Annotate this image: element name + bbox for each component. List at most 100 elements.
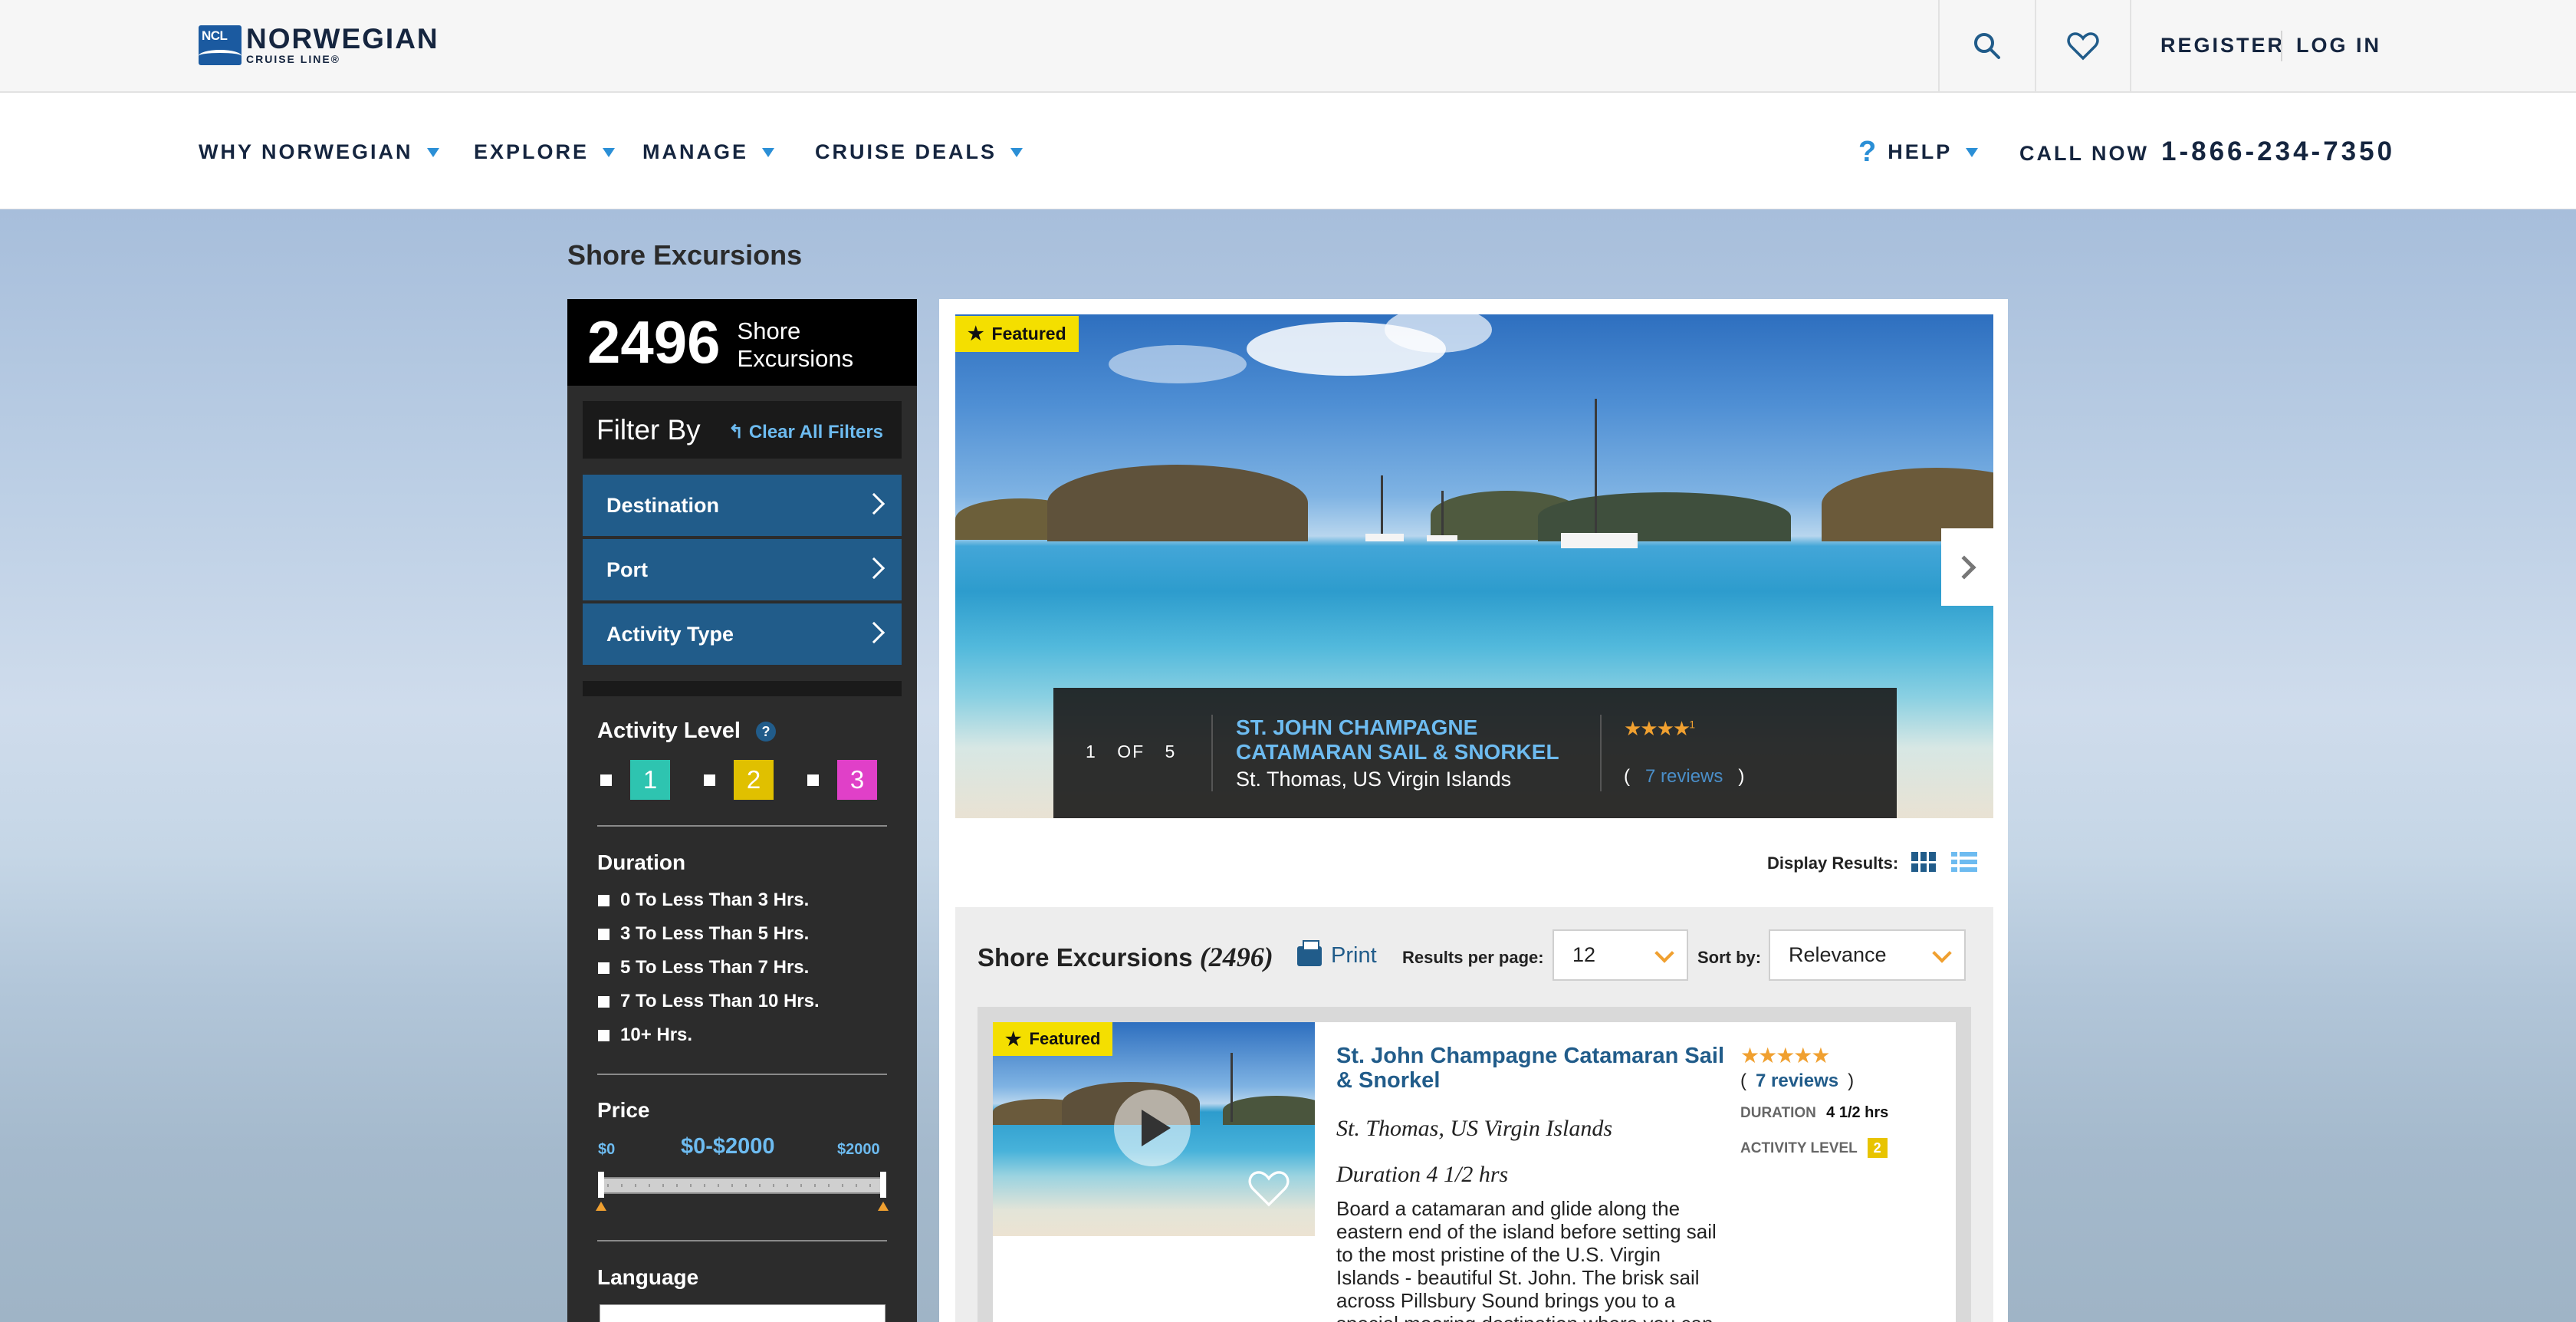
checkbox[interactable] [600, 774, 612, 786]
facet-activity-type[interactable]: Activity Type [583, 603, 902, 665]
duration-option[interactable]: 0 To Less Than 3 Hrs. [598, 890, 809, 911]
hero-rating-stars: ★★★★1 [1624, 717, 1695, 741]
price-range: $0-$2000 [681, 1134, 775, 1159]
phone-number[interactable]: 1-866-234-7350 [2161, 136, 2395, 167]
duration-option[interactable]: 3 To Less Than 5 Hrs. [598, 923, 809, 945]
hero-excursion-title[interactable]: ST. JOHN CHAMPAGNE CATAMARAN SAIL & SNOR… [1236, 715, 1589, 765]
price-title: Price [597, 1098, 650, 1122]
paren-open: ( [1740, 1070, 1746, 1091]
sort-by-select[interactable]: Relevance [1769, 929, 1966, 981]
slide-of: OF [1117, 742, 1145, 761]
hero-location: St. Thomas, US Virgin Islands [1236, 768, 1512, 791]
sidebar-divider [583, 681, 902, 696]
play-video-button[interactable] [1114, 1090, 1191, 1166]
results-count: (2496) [1199, 942, 1273, 972]
grid-view-icon[interactable] [1911, 852, 1936, 872]
heart-icon[interactable] [1247, 1169, 1290, 1208]
logo-name: NORWEGIAN [246, 23, 439, 54]
paren-close: ) [1848, 1070, 1855, 1091]
caret-down-icon [762, 147, 774, 157]
chevron-right-icon [863, 492, 886, 515]
paren-open: ( [1624, 766, 1630, 787]
nav-cruise-deals[interactable]: CRUISE DEALS [815, 140, 1024, 164]
nav-help[interactable]: ? HELP [1858, 136, 1979, 169]
results-per-page-select[interactable]: 12 [1552, 929, 1688, 981]
duration-option[interactable]: 10+ Hrs. [598, 1024, 692, 1046]
slider-marker-icon [878, 1202, 889, 1211]
duration-option[interactable]: 5 To Less Than 7 Hrs. [598, 957, 809, 978]
checkbox[interactable] [598, 995, 610, 1008]
price-slider-track[interactable] [600, 1177, 883, 1194]
slide-index: 1 [1086, 742, 1097, 761]
login-link[interactable]: LOG IN [2296, 34, 2381, 58]
caret-down-icon [426, 147, 439, 157]
chevron-right-icon [1952, 554, 1976, 580]
checkbox[interactable] [807, 774, 819, 786]
filter-by-title: Filter By [596, 413, 701, 446]
nav-explore[interactable]: EXPLORE [474, 140, 616, 164]
facet-destination[interactable]: Destination [583, 475, 902, 536]
register-link[interactable]: REGISTER [2160, 34, 2285, 58]
featured-tag: ★ Featured [993, 1022, 1113, 1056]
activity-level-2[interactable]: 2 [704, 760, 774, 800]
nav-why-norwegian[interactable]: WHY NORWEGIAN [199, 140, 439, 164]
results-title: Shore Excursions (2496) [978, 941, 1273, 973]
top-bar: NCL NORWEGIAN CRUISE LINE® REGISTER LOG … [0, 0, 2576, 93]
duration-option-label: 3 To Less Than 5 Hrs. [620, 923, 810, 944]
heart-icon [2067, 31, 2099, 60]
list-view-icon[interactable] [1951, 852, 1977, 872]
print-button[interactable]: Print [1297, 939, 1377, 968]
checkbox[interactable] [598, 1029, 610, 1041]
help-question-icon[interactable]: ? [756, 722, 777, 742]
ncl-badge-icon: NCL [199, 25, 242, 65]
price-slider-min-handle[interactable] [598, 1172, 604, 1198]
checkbox[interactable] [598, 928, 610, 940]
select-value: Relevance [1789, 943, 1887, 966]
checkbox[interactable] [704, 774, 715, 786]
clear-all-filters-link[interactable]: ↰ Clear All Filters [728, 421, 883, 443]
caret-down-icon [1966, 147, 1979, 157]
call-now[interactable]: CALL NOW 1-866-234-7350 [2019, 136, 2395, 167]
level-badge: 3 [837, 760, 877, 800]
facet-port[interactable]: Port [583, 539, 902, 600]
nav-label: EXPLORE [474, 140, 590, 163]
slide-total: 5 [1165, 742, 1177, 761]
price-min: $0 [598, 1141, 616, 1158]
price-slider-max-handle[interactable] [880, 1172, 886, 1198]
section-divider [597, 1240, 887, 1241]
nav-label: MANAGE [642, 140, 748, 163]
activity-level-1[interactable]: 1 [600, 760, 670, 800]
printer-icon [1297, 939, 1322, 966]
duration-label: DURATION [1740, 1105, 1816, 1121]
page-title: Shore Excursions [567, 239, 803, 271]
duration-option-label: 0 To Less Than 3 Hrs. [620, 890, 810, 910]
excursion-title-link[interactable]: St. John Champagne Catamaran Sail & Snor… [1336, 1044, 1727, 1093]
carousel-next-button[interactable] [1941, 528, 1993, 606]
main-nav: WHY NORWEGIAN EXPLORE MANAGE CRUISE DEAL… [0, 93, 2576, 209]
call-now-label: CALL NOW [2019, 142, 2149, 165]
checkbox[interactable] [598, 962, 610, 974]
reviews-link[interactable]: 7 reviews [1645, 766, 1723, 787]
duration-value: 4 1/2 hrs [1826, 1104, 1889, 1121]
ncl-logo[interactable]: NCL NORWEGIAN CRUISE LINE® [199, 25, 439, 66]
featured-label: Featured [991, 324, 1066, 344]
excursion-duration: DURATION 4 1/2 hrs [1740, 1104, 1888, 1122]
sort-by-label: Sort by: [1697, 948, 1762, 967]
section-divider [597, 825, 887, 827]
nav-label: CRUISE DEALS [815, 140, 997, 163]
excursion-reviews: (7 reviews) [1740, 1070, 1854, 1092]
chevron-down-icon [1932, 943, 1952, 963]
slide-counter: 1 OF 5 [1086, 742, 1176, 762]
favorites-button[interactable] [2035, 0, 2131, 91]
nav-manage[interactable]: MANAGE [642, 140, 774, 164]
search-button[interactable] [1938, 0, 2035, 91]
caret-down-icon [603, 147, 616, 157]
activity-level-badge: 2 [1867, 1138, 1888, 1158]
activity-level-3[interactable]: 3 [807, 760, 877, 800]
duration-option[interactable]: 7 To Less Than 10 Hrs. [598, 991, 820, 1012]
facet-label: Port [606, 557, 648, 581]
result-count: 2496 [587, 308, 721, 376]
checkbox[interactable] [598, 894, 610, 906]
language-select[interactable] [600, 1304, 886, 1322]
reviews-link[interactable]: 7 reviews [1756, 1070, 1838, 1091]
